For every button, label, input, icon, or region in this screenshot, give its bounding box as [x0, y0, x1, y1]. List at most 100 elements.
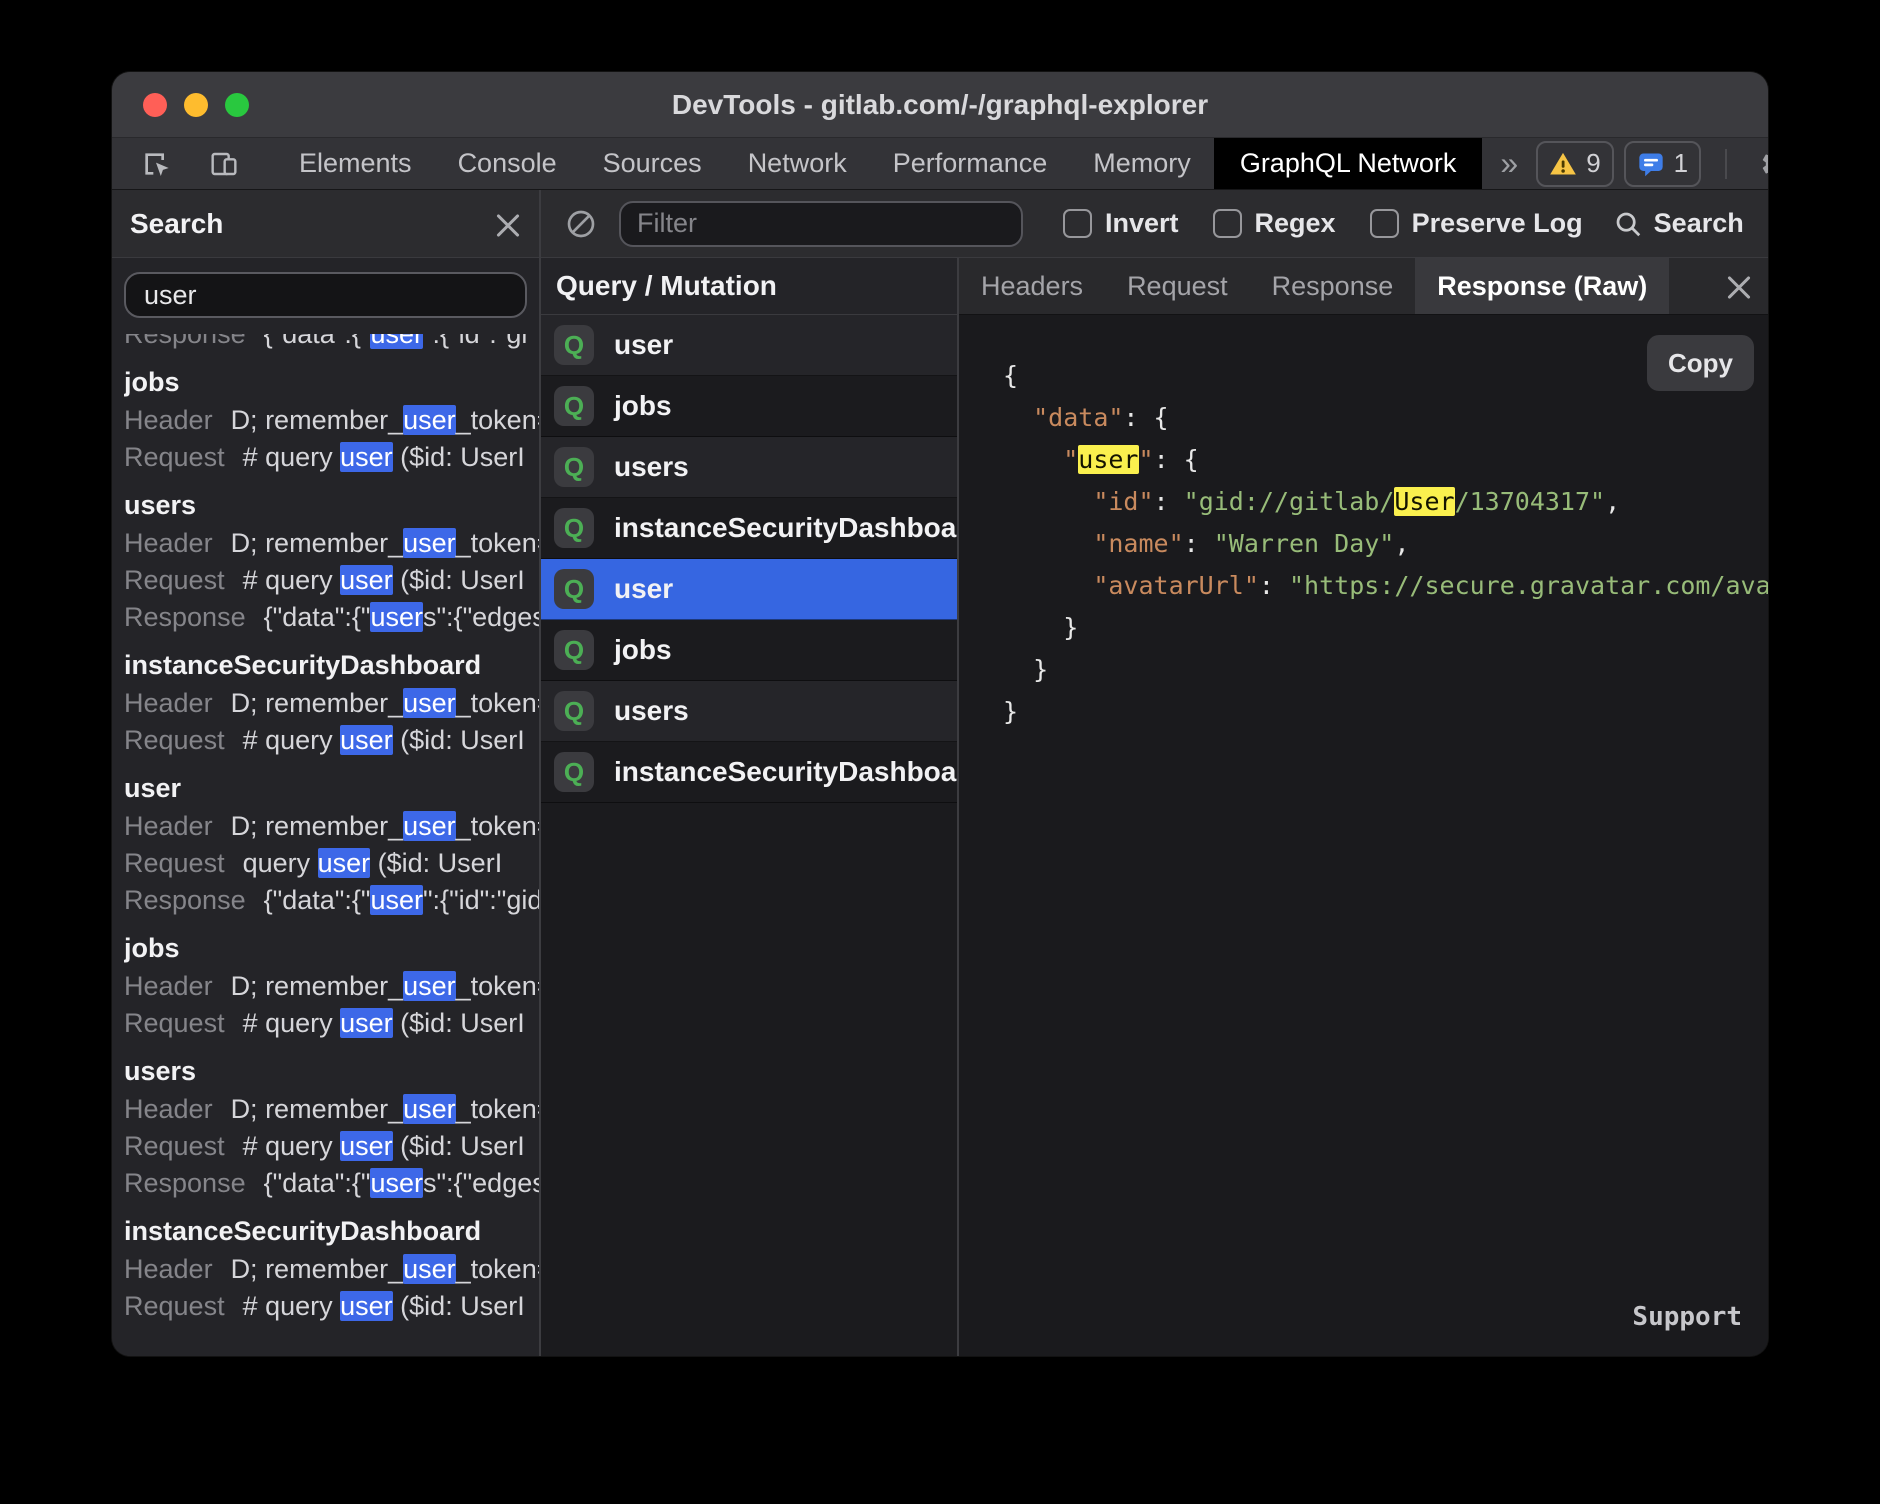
copy-button[interactable]: Copy — [1647, 335, 1754, 391]
checkbox-label: Preserve Log — [1412, 208, 1583, 239]
search-result-row[interactable]: HeaderD; remember_user_token=e — [124, 808, 539, 845]
search-result-label: Header — [124, 1094, 213, 1124]
search-match-highlight: user — [370, 602, 423, 632]
support-link[interactable]: Support — [1632, 1296, 1742, 1338]
query-badge-icon: Q — [554, 325, 594, 365]
close-search-icon[interactable] — [495, 211, 521, 237]
query-item-label: jobs — [614, 634, 672, 666]
search-result-label: Header — [124, 971, 213, 1001]
search-result-group[interactable]: instanceSecurityDashboard — [124, 1212, 539, 1251]
minimize-window-button[interactable] — [184, 93, 208, 117]
toolbar-tab-network[interactable]: Network — [725, 138, 870, 189]
json-line: } — [1003, 649, 1768, 691]
search-match-highlight: user — [340, 565, 393, 595]
details-tab-response-raw[interactable]: Response (Raw) — [1415, 258, 1669, 314]
details-tab-response[interactable]: Response — [1250, 258, 1416, 314]
search-result-group[interactable]: jobs — [124, 929, 539, 968]
search-results-list[interactable]: Response{"data":{"user":{"id":"gijobsHea… — [112, 334, 539, 1356]
json-line: "data": { — [1003, 397, 1768, 439]
checkbox-invert[interactable]: Invert — [1063, 208, 1179, 239]
details-tab-headers[interactable]: Headers — [959, 258, 1105, 314]
toolbar-tab-console[interactable]: Console — [435, 138, 580, 189]
search-result-row[interactable]: HeaderD; remember_user_token=e — [124, 525, 539, 562]
checkbox-box-icon — [1213, 209, 1242, 238]
search-result-group[interactable]: users — [124, 1052, 539, 1091]
search-result-row[interactable]: Request# query user ($id: UserI — [124, 722, 539, 759]
query-badge-icon: Q — [554, 630, 594, 670]
checkbox-preserve-log[interactable]: Preserve Log — [1370, 208, 1583, 239]
query-list-item[interactable]: Quser — [541, 559, 957, 620]
settings-gear-icon[interactable] — [1751, 147, 1768, 181]
search-result-row[interactable]: HeaderD; remember_user_token=e — [124, 685, 539, 722]
search-result-group[interactable]: instanceSecurityDashboard — [124, 646, 539, 685]
search-result-row[interactable]: HeaderD; remember_user_token=e — [124, 402, 539, 439]
details-tab-request[interactable]: Request — [1105, 258, 1250, 314]
query-mutation-header: Query / Mutation — [556, 270, 777, 302]
query-list[interactable]: QuserQjobsQusersQinstanceSecurityDashboa… — [541, 315, 957, 1356]
query-list-item[interactable]: Quser — [541, 315, 957, 376]
request-details-panel: HeadersRequestResponseResponse (Raw) { "… — [959, 258, 1768, 1356]
window-controls — [143, 93, 249, 117]
clear-filter-icon[interactable] — [557, 208, 605, 240]
close-details-icon[interactable] — [1726, 273, 1752, 299]
search-result-row[interactable]: Request# query user ($id: UserI — [124, 1128, 539, 1165]
search-result-label: Header — [124, 688, 213, 718]
toolbar-tab-graphql-network[interactable]: GraphQL Network — [1214, 138, 1483, 189]
search-result-row[interactable]: HeaderD; remember_user_token=e — [124, 1091, 539, 1128]
search-result-group[interactable]: jobs — [124, 363, 539, 402]
details-tab-bar: HeadersRequestResponseResponse (Raw) — [959, 258, 1768, 315]
raw-response-viewer[interactable]: { "data": { "user": { "id": "gid://gitla… — [959, 315, 1768, 1356]
close-window-button[interactable] — [143, 93, 167, 117]
search-result-row[interactable]: HeaderD; remember_user_token=e — [124, 968, 539, 1005]
messages-count: 1 — [1674, 148, 1688, 179]
search-result-row[interactable]: Requestquery user ($id: UserI — [124, 845, 539, 882]
search-result-label: Header — [124, 1254, 213, 1284]
inspect-element-icon[interactable] — [132, 148, 180, 180]
device-toolbar-icon[interactable] — [200, 148, 248, 180]
devtools-toolbar: ElementsConsoleSourcesNetworkPerformance… — [112, 138, 1768, 190]
search-match-highlight: user — [318, 848, 371, 878]
json-match-highlight: user — [1078, 445, 1138, 474]
search-result-row[interactable]: Response{"data":{"users":{"edges — [124, 1165, 539, 1202]
search-result-row[interactable]: Request# query user ($id: UserI — [124, 1288, 539, 1325]
search-result-row[interactable]: Request# query user ($id: UserI — [124, 1005, 539, 1042]
query-item-label: users — [614, 451, 689, 483]
search-result-row[interactable]: Response{"data":{"user":{"id":"gi — [124, 334, 539, 353]
search-match-highlight: user — [340, 442, 393, 472]
query-badge-icon: Q — [554, 569, 594, 609]
query-list-item[interactable]: Qjobs — [541, 620, 957, 681]
json-content: { "data": { "user": { "id": "gid://gitla… — [1003, 355, 1768, 733]
checkbox-regex[interactable]: Regex — [1213, 208, 1336, 239]
search-match-highlight: user — [340, 725, 393, 755]
search-result-label: Request — [124, 442, 225, 472]
query-list-item[interactable]: QinstanceSecurityDashboard — [541, 498, 957, 559]
search-result-group[interactable]: users — [124, 486, 539, 525]
network-search-control[interactable]: Search — [1613, 208, 1744, 239]
warnings-badge[interactable]: 9 — [1536, 141, 1613, 187]
more-tabs-icon[interactable]: » — [1482, 138, 1536, 189]
search-result-row[interactable]: HeaderD; remember_user_token=e — [124, 1251, 539, 1288]
query-list-item[interactable]: Qusers — [541, 437, 957, 498]
json-line: } — [1003, 607, 1768, 649]
warning-icon — [1549, 150, 1577, 178]
filter-input[interactable] — [619, 201, 1023, 247]
messages-badge[interactable]: 1 — [1624, 141, 1701, 187]
search-result-label: Request — [124, 848, 225, 878]
search-result-label: Header — [124, 811, 213, 841]
query-list-item[interactable]: Qjobs — [541, 376, 957, 437]
search-result-row[interactable]: Response{"data":{"users":{"edges — [124, 599, 539, 636]
search-result-row[interactable]: Request# query user ($id: UserI — [124, 562, 539, 599]
query-list-item[interactable]: Qusers — [541, 681, 957, 742]
zoom-window-button[interactable] — [225, 93, 249, 117]
toolbar-tab-memory[interactable]: Memory — [1070, 138, 1214, 189]
toolbar-tab-performance[interactable]: Performance — [870, 138, 1071, 189]
query-list-item[interactable]: QinstanceSecurityDashboard — [541, 742, 957, 803]
toolbar-tab-elements[interactable]: Elements — [276, 138, 435, 189]
search-result-row[interactable]: Request# query user ($id: UserI — [124, 439, 539, 476]
search-match-highlight: user — [340, 1291, 393, 1321]
toolbar-tab-sources[interactable]: Sources — [580, 138, 725, 189]
search-result-group[interactable]: user — [124, 769, 539, 808]
query-badge-icon: Q — [554, 447, 594, 487]
search-input[interactable] — [124, 272, 527, 318]
search-result-row[interactable]: Response{"data":{"user":{"id":"gid — [124, 882, 539, 919]
